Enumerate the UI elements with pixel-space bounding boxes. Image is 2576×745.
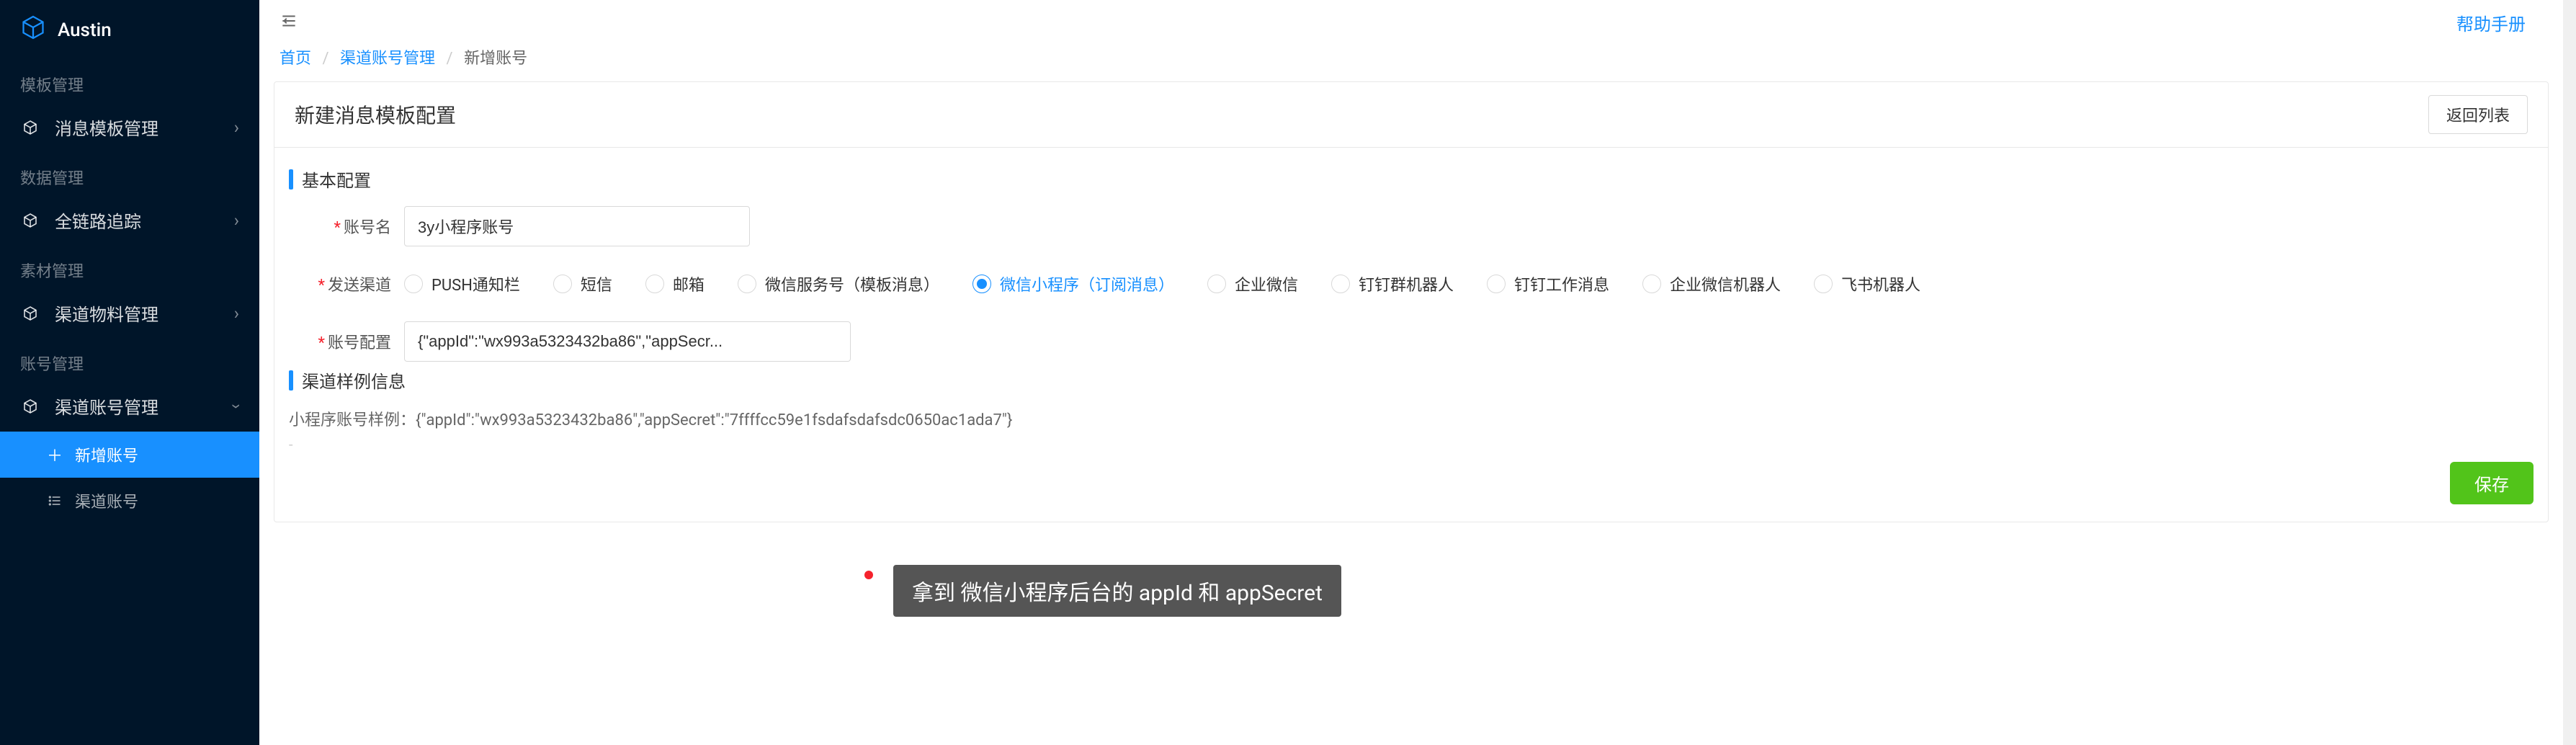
section-basic-title: 基本配置: [289, 166, 2533, 192]
save-button[interactable]: 保存: [2450, 462, 2533, 504]
app-name: Austin: [58, 19, 112, 41]
menu-group-label: 素材管理: [0, 246, 259, 287]
channel-radio[interactable]: 短信: [553, 272, 612, 295]
radio-label: 企业微信机器人: [1670, 272, 1781, 295]
channel-radio[interactable]: 企业微信: [1207, 272, 1298, 295]
radio-dot-icon: [1642, 275, 1661, 293]
radio-label: 微信服务号（模板消息）: [765, 272, 939, 295]
sidebar: Austin 模板管理 消息模板管理 › 数据管理 全链路追踪 › 素材管理 渠…: [0, 0, 259, 745]
topbar: 帮助手册: [259, 0, 2563, 45]
sidebar-item-trace[interactable]: 全链路追踪 ›: [0, 195, 259, 246]
radio-label: 钉钉工作消息: [1514, 272, 1609, 295]
radio-dot-icon: [1207, 275, 1226, 293]
breadcrumb-sep: /: [322, 50, 328, 68]
channel-radio[interactable]: 企业微信机器人: [1642, 272, 1781, 295]
channel-radio[interactable]: 微信服务号（模板消息）: [738, 272, 939, 295]
breadcrumb-sep: /: [447, 50, 453, 68]
chevron-right-icon: ›: [234, 117, 239, 138]
help-link[interactable]: 帮助手册: [2456, 10, 2543, 35]
radio-dot-icon: [1487, 275, 1506, 293]
menu-label-text: 渠道账号管理: [55, 393, 220, 419]
channel-radio[interactable]: 飞书机器人: [1814, 272, 1920, 295]
sidebar-subitem-add-account[interactable]: ＋ 新增账号: [0, 432, 259, 478]
cube-icon: [20, 305, 40, 322]
radio-dot-icon: [738, 275, 756, 293]
menu-label-text: 渠道物料管理: [55, 300, 220, 326]
collapse-sidebar-icon[interactable]: [279, 12, 298, 35]
radio-dot-icon: [1814, 275, 1833, 293]
dash-text: -: [289, 436, 2533, 453]
account-name-label: *账号名: [289, 215, 404, 238]
config-label: *账号配置: [289, 330, 404, 353]
channel-radio-group: PUSH通知栏 短信 邮箱 微信服务号（模板消息） 微信小程序（订阅消息） 企业微信 钉钉群…: [404, 272, 1920, 295]
list-icon: [46, 494, 63, 508]
radio-dot-icon: [553, 275, 572, 293]
channel-radio[interactable]: 钉钉群机器人: [1331, 272, 1454, 295]
sidebar-item-material[interactable]: 渠道物料管理 ›: [0, 287, 259, 339]
chevron-down-icon: ›: [226, 403, 246, 409]
chevron-right-icon: ›: [234, 303, 239, 324]
sidebar-item-channel-account[interactable]: 渠道账号管理 ›: [0, 380, 259, 432]
chevron-right-icon: ›: [234, 210, 239, 231]
radio-label: PUSH通知栏: [431, 272, 520, 295]
breadcrumb-home[interactable]: 首页: [279, 50, 311, 68]
form-panel: 新建消息模板配置 返回列表 基本配置 *账号名 *发送渠道 PUSH通知栏 短信 邮…: [274, 81, 2549, 522]
radio-label: 企业微信: [1235, 272, 1298, 295]
radio-dot-icon: [972, 275, 991, 293]
radio-label: 钉钉群机器人: [1359, 272, 1454, 295]
radio-dot-icon: [404, 275, 423, 293]
annotation-tooltip: 拿到 微信小程序后台的 appId 和 appSecret: [893, 565, 1341, 617]
sidebar-subitem-channel-account[interactable]: 渠道账号: [0, 478, 259, 524]
submenu-label: 新增账号: [75, 443, 138, 466]
radio-label: 飞书机器人: [1841, 272, 1920, 295]
app-logo: Austin: [0, 0, 259, 60]
account-name-input[interactable]: [404, 206, 750, 246]
cube-icon: [20, 212, 40, 229]
radio-dot-icon: [1331, 275, 1350, 293]
breadcrumb-mgmt[interactable]: 渠道账号管理: [340, 50, 435, 68]
config-input[interactable]: [404, 321, 851, 362]
page-title: 新建消息模板配置: [295, 100, 456, 129]
radio-label: 短信: [581, 272, 612, 295]
plus-icon: ＋: [46, 443, 63, 466]
breadcrumb: 首页 / 渠道账号管理 / 新增账号: [259, 45, 2563, 81]
cube-icon: [20, 398, 40, 415]
panel-header: 新建消息模板配置 返回列表: [274, 82, 2548, 148]
channel-radio[interactable]: 微信小程序（订阅消息）: [972, 272, 1174, 295]
menu-label-text: 消息模板管理: [55, 115, 220, 140]
radio-dot-icon: [645, 275, 664, 293]
back-button[interactable]: 返回列表: [2428, 95, 2528, 134]
radio-label: 邮箱: [673, 272, 705, 295]
cube-icon: [20, 119, 40, 136]
channel-label: *发送渠道: [289, 272, 404, 295]
scrollbar-gutter[interactable]: [2563, 0, 2576, 745]
logo-icon: [20, 14, 46, 45]
radio-label: 微信小程序（订阅消息）: [1000, 272, 1174, 295]
submenu-label: 渠道账号: [75, 489, 138, 512]
menu-group-label: 账号管理: [0, 339, 259, 380]
menu-group-label: 模板管理: [0, 60, 259, 102]
channel-radio[interactable]: 邮箱: [645, 272, 705, 295]
breadcrumb-current: 新增账号: [464, 50, 527, 68]
menu-label-text: 全链路追踪: [55, 208, 220, 233]
sample-text: 小程序账号样例：{"appId":"wx993a5323432ba86","ap…: [289, 407, 2533, 430]
channel-radio[interactable]: 钉钉工作消息: [1487, 272, 1609, 295]
menu-group-label: 数据管理: [0, 153, 259, 195]
main-content: 帮助手册 首页 / 渠道账号管理 / 新增账号 新建消息模板配置 返回列表 基本…: [259, 0, 2563, 745]
channel-radio[interactable]: PUSH通知栏: [404, 272, 520, 295]
section-sample-title: 渠道样例信息: [289, 367, 2533, 393]
sidebar-item-message-template[interactable]: 消息模板管理 ›: [0, 102, 259, 153]
